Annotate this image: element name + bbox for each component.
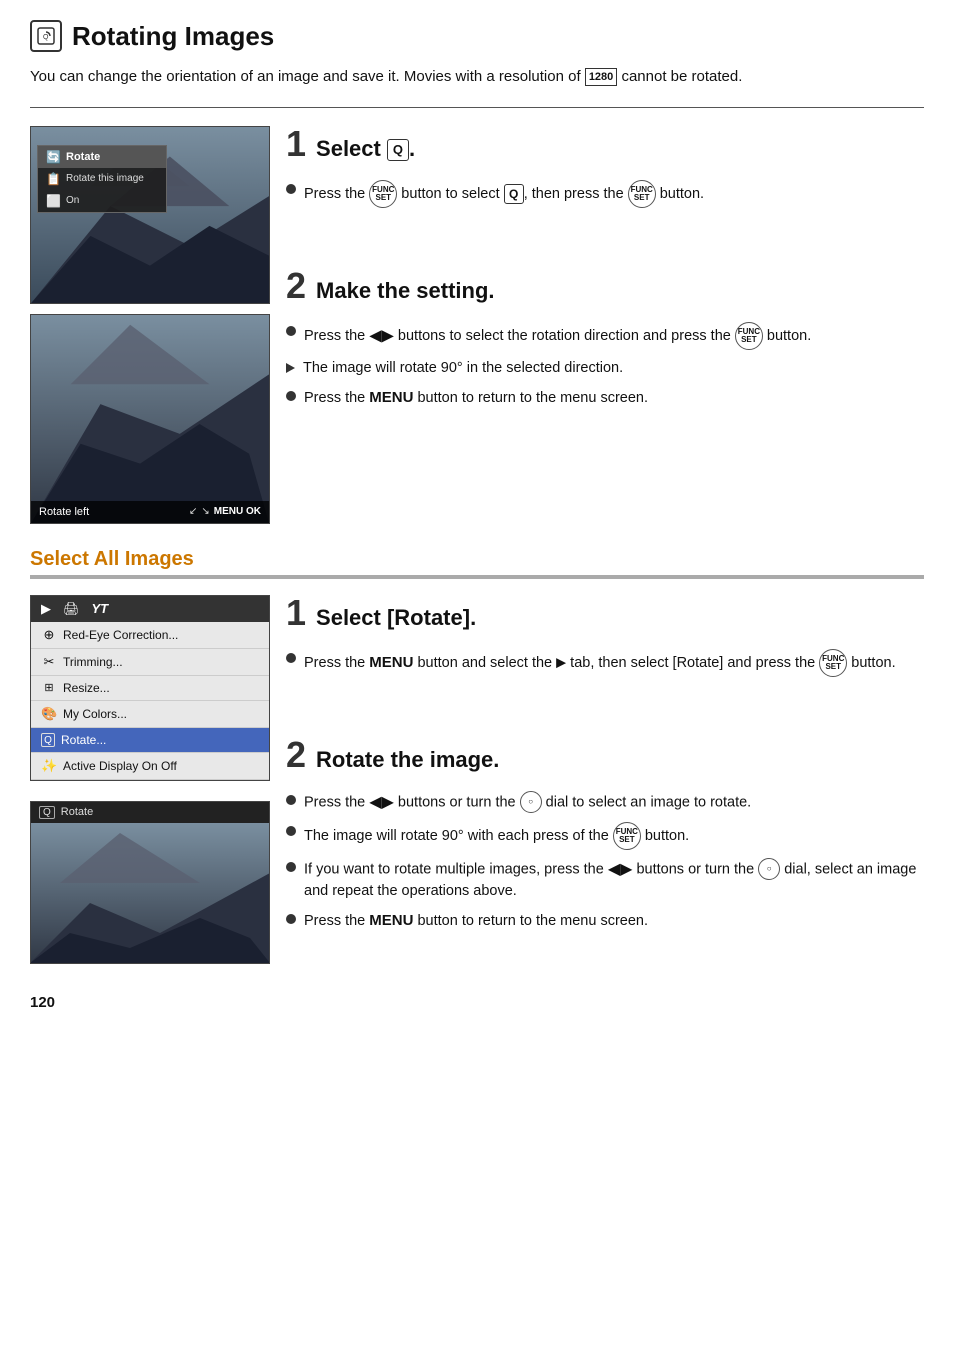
intro-prefix: You can change the orientation of an ima…: [30, 68, 581, 85]
screen4-rotate-badge: Q: [39, 806, 55, 819]
section1-layout: 🔄 Rotate 📋 Rotate this image ⬜ On: [30, 126, 924, 524]
dial-icon-2: ○: [758, 858, 780, 880]
steps-col-1: 1 Select Q. Press the FUNCSET button to …: [286, 126, 924, 437]
screenshots-col-2: ▶ 🖨 YT ⊕ Red-Eye Correction... ✂ Trimmin…: [30, 595, 270, 964]
section2-step1-block: 1 Select [Rotate]. Press the MENU button…: [286, 595, 924, 677]
intro-suffix: cannot be rotated.: [621, 68, 742, 85]
step2-number: 2: [286, 268, 306, 304]
section2-step2-bullet3: If you want to rotate multiple images, p…: [286, 858, 924, 902]
section2-step2-header: 2 Rotate the image.: [286, 737, 924, 783]
section2-step2-bullet4: Press the MENU button to return to the m…: [286, 910, 924, 932]
menu-btn-inline-1: MENU: [369, 389, 413, 406]
section2-step2-number: 2: [286, 737, 306, 773]
menu-btn-inline-3: MENU: [369, 912, 413, 929]
menu-item-rotate-icon: 🔄 Rotate: [38, 146, 166, 168]
menu-item-trimming: ✂ Trimming...: [31, 649, 269, 676]
bullet-circle-s2-5: [286, 914, 296, 924]
screen4-image-area: 4L SET Q MENU ↩: [31, 823, 269, 963]
screen4-rotate-label: Rotate: [61, 806, 93, 818]
step1-number: 1: [286, 126, 306, 162]
bullet-circle-s2-3: [286, 826, 296, 836]
func-set-button-2: FUNCSET: [628, 180, 656, 208]
menu-item-resize: ⊞ Resize...: [31, 676, 269, 701]
tab-print: 🖨: [63, 601, 80, 617]
step2-bullet1: Press the ◀▶ buttons to select the rotat…: [286, 322, 924, 350]
section2-step2-block: 2 Rotate the image. Press the ◀▶ buttons…: [286, 737, 924, 932]
step1-bullet1: Press the FUNCSET button to select Q, th…: [286, 180, 924, 208]
menu-item-active-display: ✨ Active Display On Off: [31, 753, 269, 780]
rotate-left-label: Rotate left: [39, 506, 89, 518]
section2-step2-bullet1: Press the ◀▶ buttons or turn the ○ dial …: [286, 791, 924, 814]
bullet-circle-s2-2: [286, 795, 296, 805]
menu-item-on: ⬜ On: [38, 190, 166, 212]
step2-title: Make the setting.: [316, 278, 494, 304]
bullet-circle-3: [286, 391, 296, 401]
section2-step2-bullets: Press the ◀▶ buttons or turn the ○ dial …: [286, 791, 924, 932]
tab-play: ▶: [41, 601, 51, 617]
step2-bullets: Press the ◀▶ buttons to select the rotat…: [286, 322, 924, 409]
screen-rotate-left: Rotate left ↙ ↘ MENU OK: [30, 314, 270, 524]
trim-icon: ✂: [41, 654, 57, 670]
screen-menu-list: ▶ 🖨 YT ⊕ Red-Eye Correction... ✂ Trimmin…: [30, 595, 270, 781]
resize-icon: ⊞: [41, 681, 57, 694]
colors-icon: 🎨: [41, 706, 57, 722]
step2-block: 2 Make the setting. Press the ◀▶ buttons…: [286, 268, 924, 409]
step1-bullets: Press the FUNCSET button to select Q, th…: [286, 180, 924, 208]
func-set-button-1: FUNCSET: [369, 180, 397, 208]
step2-bullet2: The image will rotate 90° in the selecte…: [286, 358, 924, 379]
step2-header: 2 Make the setting.: [286, 268, 924, 314]
section2-step2-title: Rotate the image.: [316, 747, 499, 773]
section2-step1-number: 1: [286, 595, 306, 631]
intro-text: You can change the orientation of an ima…: [30, 66, 924, 89]
dial-icon-1: ○: [520, 791, 542, 813]
steps-col-2: 1 Select [Rotate]. Press the MENU button…: [286, 595, 924, 960]
header-icon: Q: [30, 20, 62, 52]
page-header: Q Rotating Images: [30, 20, 924, 52]
section2-step1-header: 1 Select [Rotate].: [286, 595, 924, 641]
screen-rotate-menu: 🔄 Rotate 📋 Rotate this image ⬜ On: [30, 126, 270, 304]
menu-item-rotate: Q Rotate...: [31, 728, 269, 753]
page-title: Rotating Images: [72, 21, 274, 52]
step1-block: 1 Select Q. Press the FUNCSET button to …: [286, 126, 924, 208]
rotate-icon: Q: [41, 733, 55, 747]
menu-item-mycolors: 🎨 My Colors...: [31, 701, 269, 728]
bullet-circle-2: [286, 326, 296, 336]
menu-item-rotate-this-image: 📋 Rotate this image: [38, 168, 166, 190]
section2-step1-title: Select [Rotate].: [316, 605, 476, 631]
menu-item-red-eye: ⊕ Red-Eye Correction...: [31, 622, 269, 649]
screen4-top-bar: Q Rotate: [31, 802, 269, 823]
bullet-circle-icon: [286, 184, 296, 194]
section2-step1-bullet1: Press the MENU button and select the ▶ t…: [286, 649, 924, 677]
step1-title: Select Q.: [316, 136, 415, 162]
section-divider: [30, 107, 924, 108]
func-set-button-3: FUNCSET: [735, 322, 763, 350]
step2-bullet3: Press the MENU button to return to the m…: [286, 387, 924, 409]
bullet-circle-s2-4: [286, 862, 296, 872]
bullet-circle-s2-1: [286, 653, 296, 663]
menu-btn-inline-2: MENU: [369, 653, 413, 670]
func-set-button-5: FUNCSET: [613, 822, 641, 850]
step1-header: 1 Select Q.: [286, 126, 924, 172]
svg-text:Q: Q: [43, 34, 49, 41]
func-set-button-4: FUNCSET: [819, 649, 847, 677]
red-eye-icon: ⊕: [41, 627, 57, 643]
screen-rotate-view: Q Rotate 4L: [30, 801, 270, 964]
section2-heading: Select All Images: [30, 548, 924, 579]
active-display-icon: ✨: [41, 758, 57, 774]
section2-step2-bullet2: The image will rotate 90° with each pres…: [286, 822, 924, 850]
screen2-nav: MENU OK: [214, 506, 261, 517]
menu-top-bar: ▶ 🖨 YT: [31, 596, 269, 622]
section2-step1-bullets: Press the MENU button and select the ▶ t…: [286, 649, 924, 677]
bullet-triangle-1: [286, 363, 295, 373]
section2-layout: ▶ 🖨 YT ⊕ Red-Eye Correction... ✂ Trimmin…: [30, 595, 924, 964]
screen1-menu-overlay: 🔄 Rotate 📋 Rotate this image ⬜ On: [37, 145, 167, 213]
tab-yt: YT: [92, 601, 109, 616]
screenshots-col-1: 🔄 Rotate 📋 Rotate this image ⬜ On: [30, 126, 270, 524]
resolution-badge: 1280: [585, 68, 617, 87]
page-number: 120: [30, 994, 924, 1011]
